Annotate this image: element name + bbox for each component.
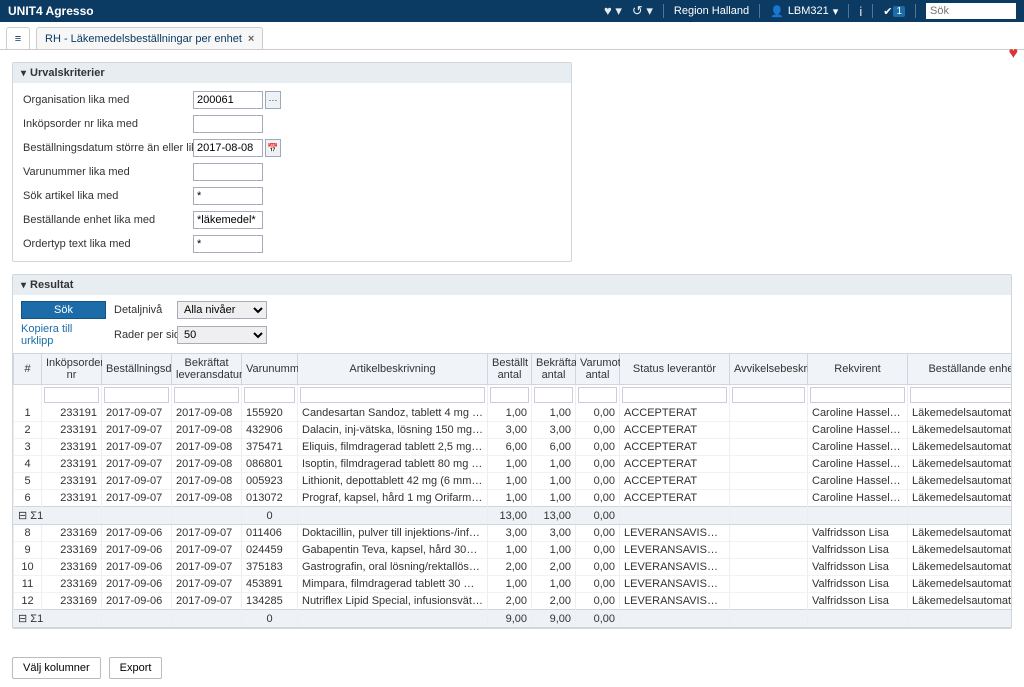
user-icon: 👤	[770, 5, 784, 18]
col-order[interactable]: Inköpsorder nr	[42, 354, 102, 385]
input-inkop[interactable]	[193, 115, 263, 133]
col-enhet[interactable]: Beställande enhet	[908, 354, 1012, 385]
input-sokartikel[interactable]	[193, 187, 263, 205]
chevron-down-icon: ▾	[833, 5, 839, 18]
copy-clipboard-link[interactable]: Kopiera till urklipp	[21, 323, 106, 347]
region-label: Region Halland	[674, 5, 749, 17]
history-icon[interactable]: ↺ ▾	[632, 3, 653, 19]
favorites-icon[interactable]: ♥ ▾	[604, 3, 622, 19]
label-inkop: Inköpsorder nr lika med	[23, 118, 193, 130]
filter-varunr[interactable]	[244, 387, 295, 403]
calendar-button[interactable]: 📅	[265, 139, 281, 157]
main-menu-button[interactable]: ≡	[6, 27, 30, 49]
export-button[interactable]: Export	[109, 657, 163, 679]
sum-row: ⊟ Σ1 013,0013,00 0,00	[14, 507, 1012, 525]
label-org: Organisation lika med	[23, 94, 193, 106]
result-table: # Inköpsorder nr Beställningsdatum Bekrä…	[13, 353, 1011, 628]
global-search-input[interactable]	[926, 3, 1016, 19]
rows-per-page-label: Rader per sida	[114, 329, 169, 341]
lookup-org-button[interactable]: ⋯	[265, 91, 281, 109]
table-row[interactable]: 112331692017-09-062017-09-07 453891Mimpa…	[14, 576, 1012, 593]
table-row[interactable]: 62331912017-09-072017-09-08 013072Progra…	[14, 490, 1012, 507]
detail-label: Detaljnivå	[114, 304, 169, 316]
input-ordertyp[interactable]	[193, 235, 263, 253]
label-sokartikel: Sök artikel lika med	[23, 190, 193, 202]
filter-bestdatum[interactable]	[104, 387, 169, 403]
filter-bestantal[interactable]	[490, 387, 529, 403]
filter-status[interactable]	[622, 387, 727, 403]
tab-label: RH - Läkemedelsbeställningar per enhet	[45, 33, 242, 45]
filter-enhet[interactable]	[910, 387, 1011, 403]
tabbar: ≡ RH - Läkemedelsbeställningar per enhet…	[0, 22, 1024, 50]
label-varunr: Varunummer lika med	[23, 166, 193, 178]
table-row[interactable]: 32331912017-09-072017-09-08 375471Eliqui…	[14, 439, 1012, 456]
detail-level-select[interactable]: Alla nivåer	[177, 301, 267, 319]
col-bestdatum[interactable]: Beställningsdatum	[102, 354, 172, 385]
col-bekrantal[interactable]: Bekräftat antal	[532, 354, 576, 385]
col-avvik[interactable]: Avvikelsebeskrivning	[730, 354, 808, 385]
content: ▾ Urvalskriterier Organisation lika med …	[0, 50, 1024, 649]
sum-row: ⊟ Σ1 09,009,00 0,00	[14, 610, 1012, 628]
table-header: # Inköpsorder nr Beställningsdatum Bekrä…	[14, 354, 1012, 406]
input-bestenhet[interactable]	[193, 211, 263, 229]
brand: UNIT4 Agresso	[8, 4, 94, 18]
info-icon[interactable]: i	[859, 4, 862, 19]
filter-bekrantal[interactable]	[534, 387, 573, 403]
search-button[interactable]: Sök	[21, 301, 106, 319]
filter-avvik[interactable]	[732, 387, 805, 403]
result-toolbar: Sök Detaljnivå Alla nivåer Kopiera till …	[13, 295, 1011, 353]
input-org[interactable]	[193, 91, 263, 109]
filter-varumot[interactable]	[578, 387, 617, 403]
col-status[interactable]: Status leverantör	[620, 354, 730, 385]
table-row[interactable]: 52331912017-09-072017-09-08 005923Lithio…	[14, 473, 1012, 490]
criteria-grid: Organisation lika med ⋯ Inköpsorder nr l…	[13, 83, 571, 261]
result-header[interactable]: ▾ Resultat	[13, 275, 1011, 295]
table-row[interactable]: 42331912017-09-072017-09-08 086801Isopti…	[14, 456, 1012, 473]
notifications-button[interactable]: ✔1	[883, 5, 905, 18]
collapse-icon: ▾	[21, 280, 26, 291]
table-row[interactable]: 82331692017-09-062017-09-07 011406Doktac…	[14, 525, 1012, 542]
result-table-wrap: # Inköpsorder nr Beställningsdatum Bekrä…	[13, 353, 1011, 628]
table-row[interactable]: 22331912017-09-072017-09-08 432906Dalaci…	[14, 422, 1012, 439]
choose-columns-button[interactable]: Välj kolumner	[12, 657, 101, 679]
filter-row	[14, 385, 1012, 406]
result-title: Resultat	[30, 279, 73, 291]
table-row[interactable]: 12331912017-09-072017-09-08 155920Candes…	[14, 405, 1012, 422]
col-varumot[interactable]: Varumottaget antal	[576, 354, 620, 385]
input-varunr[interactable]	[193, 163, 263, 181]
filter-bekrdatum[interactable]	[174, 387, 239, 403]
filter-order[interactable]	[44, 387, 99, 403]
collapse-icon: ▾	[21, 68, 26, 79]
criteria-title: Urvalskriterier	[30, 67, 105, 79]
close-icon[interactable]: ×	[248, 33, 254, 45]
topbar-right: ♥ ▾ ↺ ▾ Region Halland 👤 LBM321 ▾ i ✔1	[604, 3, 1016, 19]
col-n[interactable]: #	[14, 354, 42, 385]
rows-per-page-select[interactable]: 50	[177, 326, 267, 344]
col-artikel[interactable]: Artikelbeskrivning	[298, 354, 488, 385]
topbar: UNIT4 Agresso ♥ ▾ ↺ ▾ Region Halland 👤 L…	[0, 0, 1024, 22]
col-varunr[interactable]: Varunummer	[242, 354, 298, 385]
input-bestdatum[interactable]	[193, 139, 263, 157]
filter-artikel[interactable]	[300, 387, 485, 403]
table-row[interactable]: 92331692017-09-062017-09-07 024459Gabape…	[14, 542, 1012, 559]
user-name: LBM321	[788, 5, 829, 17]
table-body: 12331912017-09-072017-09-08 155920Candes…	[14, 405, 1012, 628]
col-bekrdatum[interactable]: Bekräftat leveransdatum	[172, 354, 242, 385]
col-rekvirent[interactable]: Rekvirent	[808, 354, 908, 385]
label-bestenhet: Beställande enhet lika med	[23, 214, 193, 226]
user-menu[interactable]: 👤 LBM321 ▾	[770, 5, 838, 18]
criteria-header[interactable]: ▾ Urvalskriterier	[13, 63, 571, 83]
table-row[interactable]: 102331692017-09-062017-09-07 375183Gastr…	[14, 559, 1012, 576]
footer-buttons: Välj kolumner Export	[0, 649, 1024, 687]
filter-rekvirent[interactable]	[810, 387, 905, 403]
tab-report[interactable]: RH - Läkemedelsbeställningar per enhet ×	[36, 27, 263, 49]
label-bestdatum: Beställningsdatum större än eller lika m…	[23, 142, 193, 154]
col-bestantal[interactable]: Beställt antal	[488, 354, 532, 385]
table-row[interactable]: 122331692017-09-062017-09-07 134285Nutri…	[14, 593, 1012, 610]
favorite-heart-icon[interactable]: ♥	[1009, 45, 1019, 63]
result-panel: ▾ Resultat Sök Detaljnivå Alla nivåer Ko…	[12, 274, 1012, 629]
label-ordertyp: Ordertyp text lika med	[23, 238, 193, 250]
criteria-panel: ▾ Urvalskriterier Organisation lika med …	[12, 62, 572, 262]
